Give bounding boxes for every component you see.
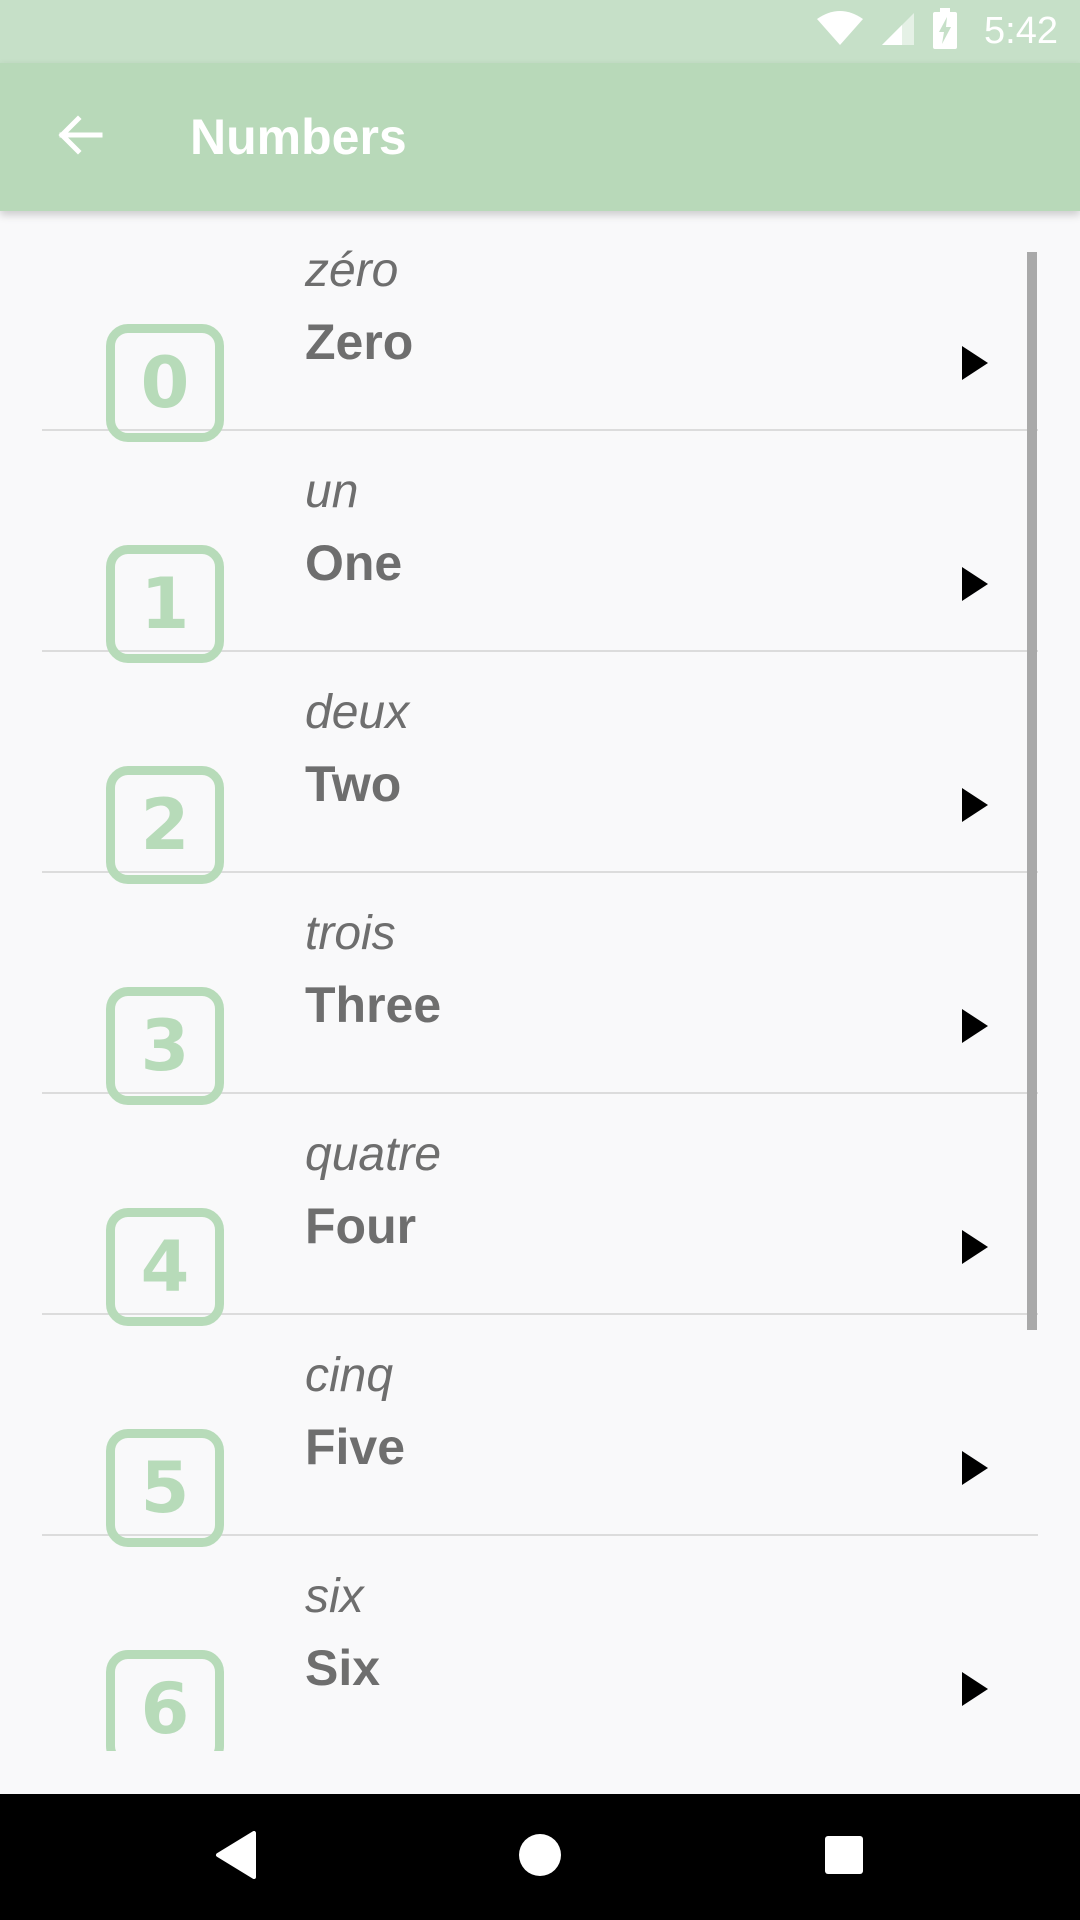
play-icon[interactable]	[955, 564, 995, 604]
nav-recents-button[interactable]	[784, 1794, 904, 1920]
wifi-icon	[816, 11, 864, 52]
list-item[interactable]: 6 six Six	[42, 1537, 1038, 1751]
play-icon[interactable]	[955, 785, 995, 825]
french-word: quatre	[305, 1128, 442, 1181]
word-pair: trois Three	[305, 906, 441, 1036]
english-word: Six	[305, 1640, 381, 1696]
number-box: 6	[106, 1650, 224, 1751]
english-word: One	[305, 535, 403, 591]
screen: 5:42 Numbers 0 zéro Zero 1 un One 2 deux…	[0, 0, 1080, 1920]
play-icon[interactable]	[955, 1006, 995, 1046]
english-word: Five	[305, 1419, 406, 1475]
recents-square-icon	[824, 1835, 864, 1880]
signal-icon	[880, 11, 916, 52]
french-word: deux	[305, 686, 410, 739]
number-box: 2	[106, 766, 224, 884]
list-item[interactable]: 2 deux Two	[42, 653, 1038, 884]
french-word: zéro	[305, 244, 399, 297]
battery-charging-icon	[932, 8, 958, 55]
list-item[interactable]: 5 cinq Five	[42, 1316, 1038, 1547]
nav-home-button[interactable]	[480, 1794, 600, 1920]
number-box: 1	[106, 545, 224, 663]
word-pair: un One	[305, 464, 402, 594]
list-item[interactable]: 1 un One	[42, 432, 1038, 663]
number-box: 0	[106, 324, 224, 442]
number-box: 5	[106, 1429, 224, 1547]
french-word: trois	[305, 907, 396, 960]
status-icons: 5:42	[816, 0, 1058, 63]
english-word: Four	[305, 1198, 417, 1254]
status-time: 5:42	[984, 10, 1058, 52]
back-button[interactable]	[40, 97, 120, 177]
scrollbar[interactable]	[1027, 252, 1037, 1330]
navigation-bar	[0, 1794, 1080, 1920]
word-pair: quatre Four	[305, 1127, 441, 1257]
play-icon[interactable]	[955, 1227, 995, 1267]
home-circle-icon	[517, 1832, 563, 1883]
number-box: 3	[106, 987, 224, 1105]
play-icon[interactable]	[955, 1448, 995, 1488]
page-title: Numbers	[190, 109, 407, 165]
word-pair: six Six	[305, 1569, 380, 1699]
arrow-left-icon	[56, 111, 104, 164]
list-item[interactable]: 0 zéro Zero	[42, 211, 1038, 442]
play-icon[interactable]	[955, 343, 995, 383]
list-item[interactable]: 4 quatre Four	[42, 1095, 1038, 1326]
english-word: Three	[305, 977, 442, 1033]
play-icon[interactable]	[955, 1669, 995, 1709]
french-word: six	[305, 1570, 364, 1623]
word-pair: zéro Zero	[305, 243, 413, 373]
french-word: un	[305, 465, 359, 518]
english-word: Two	[305, 756, 402, 812]
back-triangle-icon	[214, 1830, 258, 1884]
status-bar: 5:42	[0, 0, 1080, 63]
french-word: cinq	[305, 1349, 394, 1402]
numbers-list[interactable]: 0 zéro Zero 1 un One 2 deux Two 3 trois …	[0, 211, 1080, 1751]
list-item[interactable]: 3 trois Three	[42, 874, 1038, 1105]
word-pair: deux Two	[305, 685, 409, 815]
english-word: Zero	[305, 314, 414, 370]
nav-back-button[interactable]	[176, 1794, 296, 1920]
number-box: 4	[106, 1208, 224, 1326]
app-bar: Numbers	[0, 63, 1080, 211]
word-pair: cinq Five	[305, 1348, 405, 1478]
